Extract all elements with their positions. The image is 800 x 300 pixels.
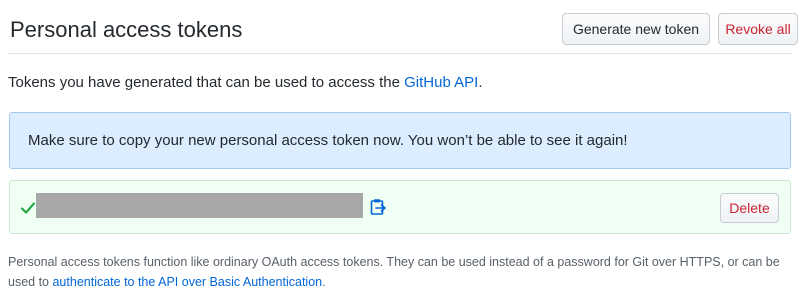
token-value — [36, 193, 363, 218]
footnote: Personal access tokens function like ord… — [8, 252, 792, 292]
intro-suffix: . — [478, 74, 483, 91]
delete-token-button[interactable]: Delete — [720, 193, 779, 223]
github-api-link[interactable]: GitHub API — [404, 74, 478, 91]
clipboard-icon[interactable] — [369, 198, 387, 216]
footnote-suffix: . — [322, 275, 326, 289]
flash-message: Make sure to copy your new personal acce… — [28, 132, 628, 149]
intro-label: Tokens you have generated that can be us… — [8, 74, 405, 91]
generate-new-token-button[interactable]: Generate new token — [562, 13, 710, 45]
page-header: Personal access tokens Generate new toke… — [8, 0, 798, 54]
revoke-all-button[interactable]: Revoke all — [718, 13, 798, 45]
token-row: Delete — [9, 180, 791, 234]
intro-text: Tokens you have generated that can be us… — [8, 74, 482, 91]
page-title: Personal access tokens — [10, 17, 243, 42]
flash-notice: Make sure to copy your new personal acce… — [9, 112, 791, 169]
basic-auth-link[interactable]: authenticate to the API over Basic Authe… — [52, 275, 322, 289]
check-icon — [20, 202, 36, 214]
page: Personal access tokens Generate new toke… — [0, 0, 800, 300]
